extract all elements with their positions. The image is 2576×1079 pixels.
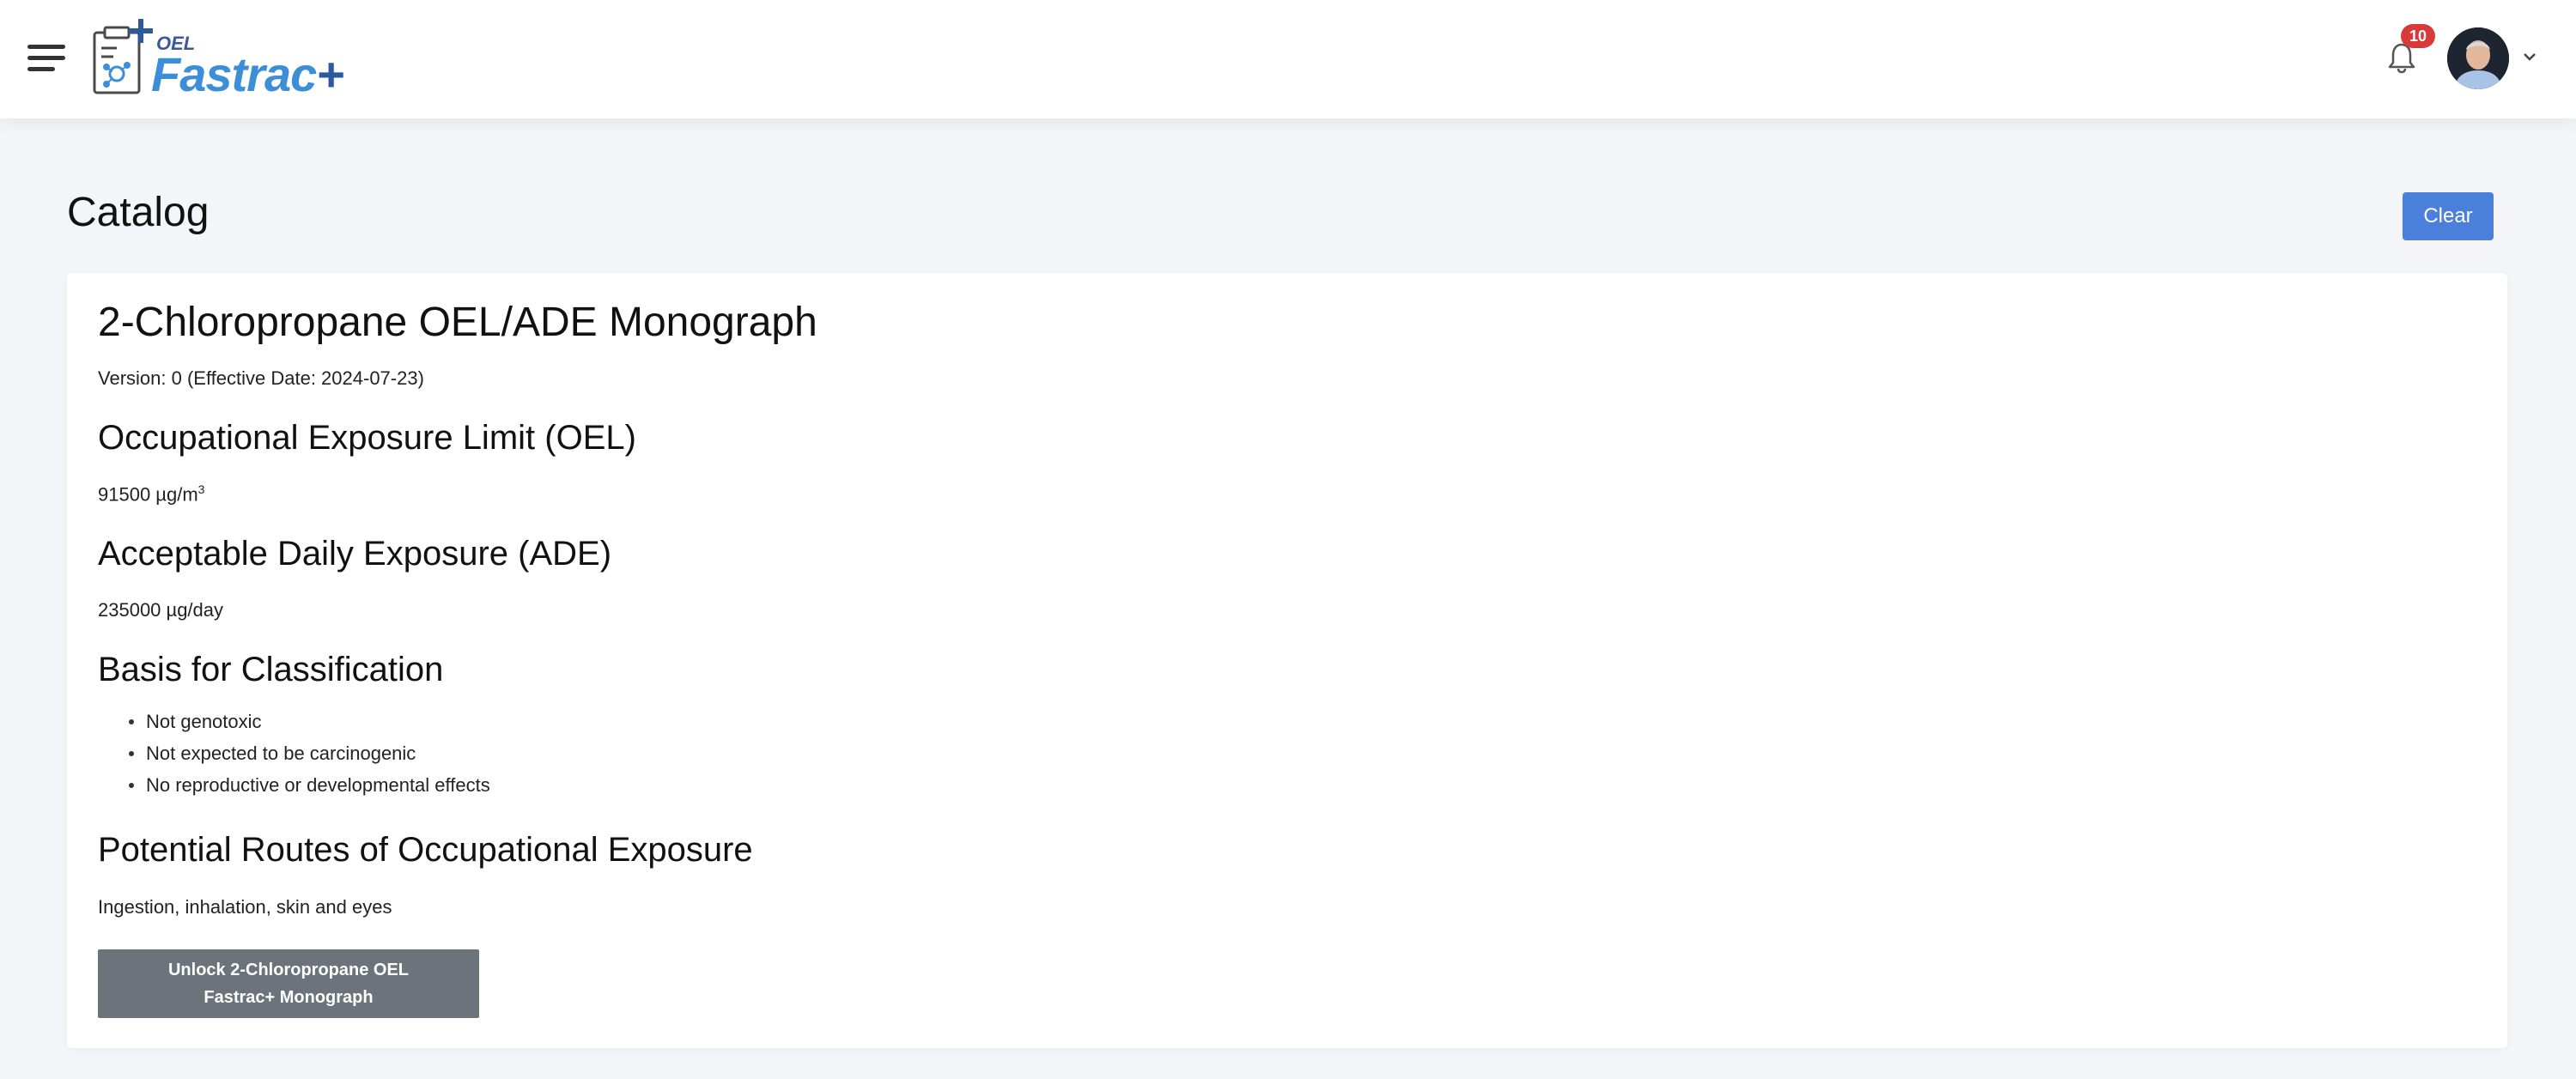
basis-heading: Basis for Classification xyxy=(98,651,444,688)
basis-list: Not genotoxic Not expected to be carcino… xyxy=(98,706,490,801)
list-item: No reproductive or developmental effects xyxy=(98,769,490,801)
list-item: Not genotoxic xyxy=(98,706,490,737)
oel-value: 91500 µg/m3 xyxy=(98,482,205,506)
avatar[interactable] xyxy=(2447,27,2509,89)
top-navbar: OEL Fastrac+ 10 xyxy=(0,0,2576,118)
user-photo xyxy=(2447,27,2509,89)
clear-button[interactable]: Clear xyxy=(2403,192,2494,240)
hamburger-menu-icon[interactable] xyxy=(27,41,67,76)
unlock-monograph-button[interactable]: Unlock 2-Chloropropane OEL Fastrac+ Mono… xyxy=(98,949,479,1018)
notification-count-badge: 10 xyxy=(2401,24,2435,48)
oel-fastrac-logo[interactable]: OEL Fastrac+ xyxy=(91,17,344,103)
oel-heading: Occupational Exposure Limit (OEL) xyxy=(98,419,636,457)
monograph-title: 2-Chloropropane OEL/ADE Monograph xyxy=(98,300,817,345)
list-item: Not expected to be carcinogenic xyxy=(98,737,490,769)
version-text: Version: 0 (Effective Date: 2024-07-23) xyxy=(98,367,424,389)
chevron-down-icon[interactable] xyxy=(2521,50,2538,64)
ade-value: 235000 µg/day xyxy=(98,599,224,621)
page-title: Catalog xyxy=(67,190,210,235)
routes-heading: Potential Routes of Occupational Exposur… xyxy=(98,831,753,869)
logo-name-text: Fastrac+ xyxy=(151,47,344,101)
ade-heading: Acceptable Daily Exposure (ADE) xyxy=(98,535,612,573)
logo-document-icon xyxy=(93,19,153,94)
routes-value: Ingestion, inhalation, skin and eyes xyxy=(98,896,392,918)
monograph-card: 2-Chloropropane OEL/ADE Monograph Versio… xyxy=(67,273,2507,1048)
